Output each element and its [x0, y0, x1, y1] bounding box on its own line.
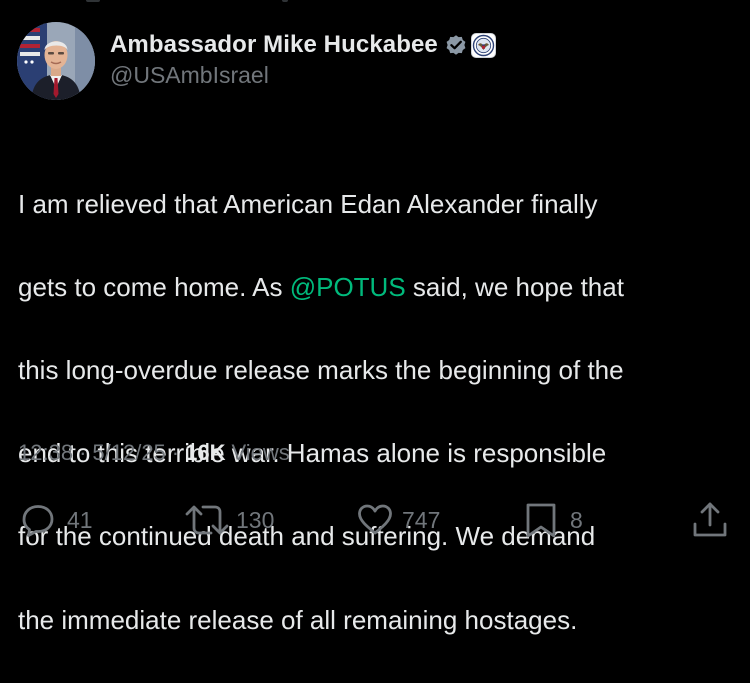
tweet-text-segment: gets to come home. As — [18, 271, 290, 302]
share-upload-icon — [693, 502, 727, 537]
meta-separator: · — [171, 440, 180, 465]
repost-button[interactable]: 130 — [184, 500, 274, 540]
tweet-text-line: gets to come home. As @POTUS said, we ho… — [18, 267, 738, 309]
heart-icon — [358, 504, 392, 535]
author-display-name[interactable]: Ambassador Mike Huckabee — [110, 31, 438, 59]
meta-separator: · — [79, 440, 87, 465]
speech-bubble-icon — [22, 505, 54, 537]
tweet-text-line: the immediate release of all remaining h… — [18, 604, 578, 635]
reply-button[interactable]: 41 — [18, 500, 93, 540]
verified-badge-icon[interactable] — [444, 33, 468, 57]
tweet-text-segment: said, we hope that — [405, 271, 624, 302]
mention-link[interactable]: @POTUS — [290, 272, 406, 302]
tweet-meta: 12:38 · 5/12/25 · 16K Views — [18, 440, 290, 466]
previous-content-fragment — [0, 0, 750, 6]
share-button[interactable] — [690, 500, 730, 540]
tweet-text: I am relieved that American Edan Alexand… — [18, 142, 738, 683]
bookmark-icon — [526, 503, 556, 538]
bookmark-count: 8 — [570, 506, 583, 533]
tweet-date[interactable]: 5/12/25 — [92, 440, 165, 466]
author-handle[interactable]: @USAmbIsrael — [110, 62, 269, 89]
repost-count: 130 — [236, 506, 275, 533]
like-count: 747 — [402, 506, 441, 533]
author-avatar[interactable] — [17, 22, 95, 100]
views-count[interactable]: 16K — [185, 440, 225, 466]
author-name-row[interactable]: Ambassador Mike Huckabee — [110, 29, 496, 61]
avatar-portrait-icon — [17, 22, 95, 100]
reply-count: 41 — [67, 506, 93, 533]
tweet-text-line: I am relieved that American Edan Alexand… — [18, 188, 598, 219]
state-department-seal-icon[interactable] — [470, 32, 496, 58]
like-button[interactable]: 747 — [355, 500, 440, 540]
bookmark-button[interactable]: 8 — [524, 500, 583, 540]
repost-arrows-icon — [185, 505, 229, 535]
tweet-text-line: this long-overdue release marks the begi… — [18, 354, 624, 385]
views-label[interactable]: Views — [231, 440, 289, 466]
tweet-action-bar: 41 130 747 8 — [0, 500, 750, 540]
tweet-time[interactable]: 12:38 — [18, 440, 73, 466]
